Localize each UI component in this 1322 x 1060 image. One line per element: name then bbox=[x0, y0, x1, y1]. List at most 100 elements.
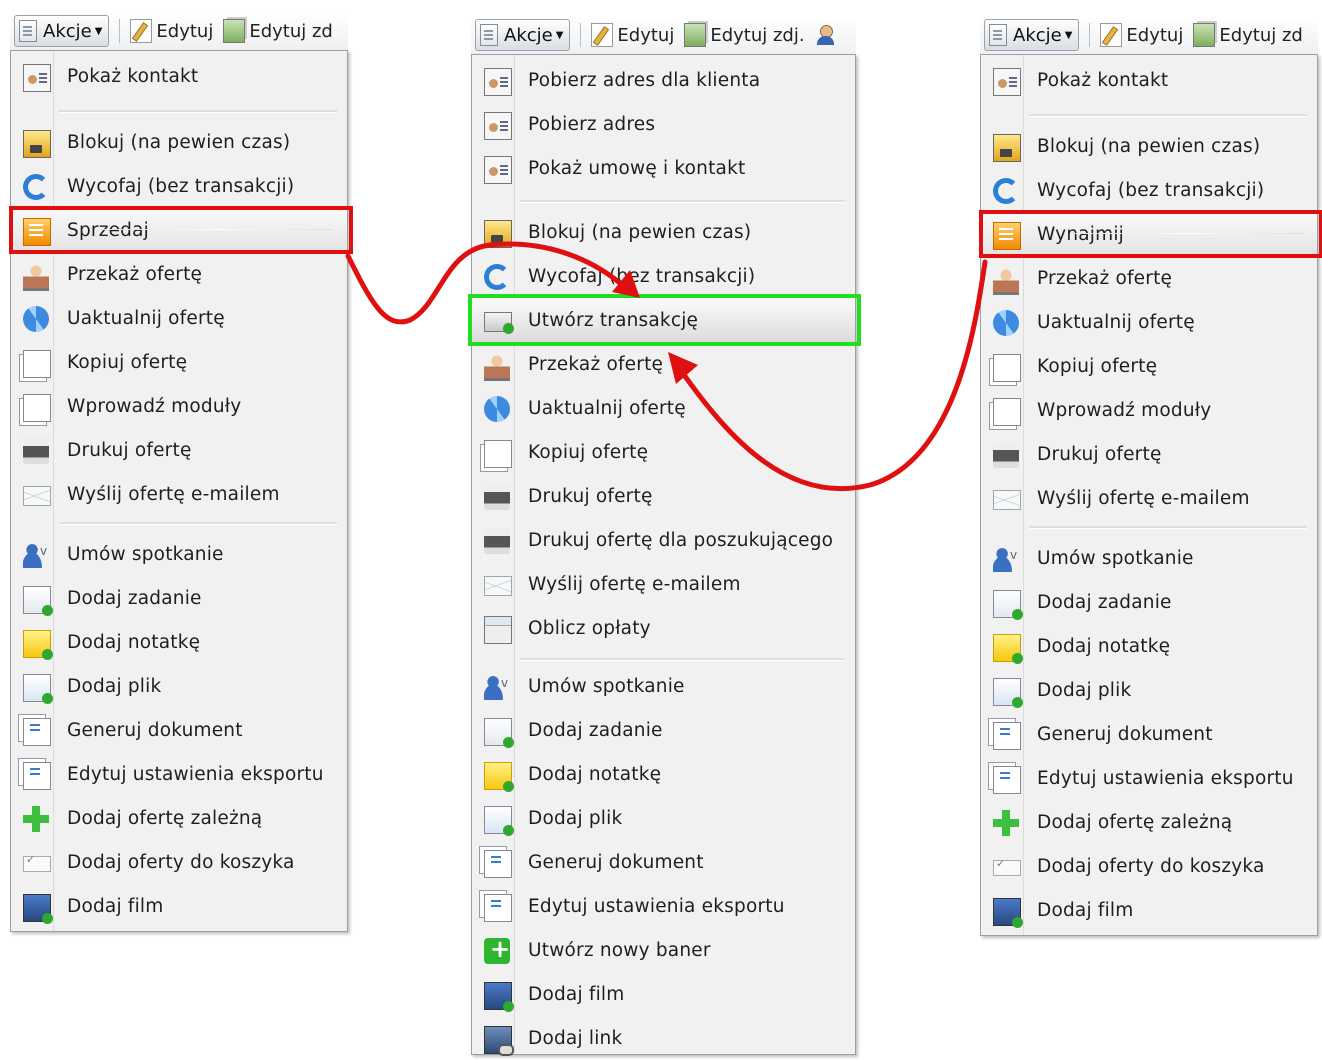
menu-item-drukuj-oferte[interactable]: Drukuj ofertę bbox=[981, 432, 1317, 476]
menu-item-dodaj-film[interactable]: Dodaj film bbox=[981, 888, 1317, 932]
menu-item-dodaj-notatke[interactable]: Dodaj notatkę bbox=[472, 752, 855, 796]
menu-item-pokaz-kontakt[interactable]: Pokaż kontakt bbox=[11, 54, 347, 98]
akcje-dropdown-button[interactable]: Akcje ▼ bbox=[475, 19, 571, 51]
menu-separator bbox=[59, 522, 337, 525]
menu-item-pokaz-umowe[interactable]: Pokaż umowę i kontakt bbox=[472, 146, 855, 190]
menu-item-wynajmij[interactable]: Wynajmij bbox=[979, 210, 1322, 258]
menu-item-wprowadz-moduly[interactable]: Wprowadź moduły bbox=[11, 384, 347, 428]
meeting-user-icon bbox=[993, 546, 1019, 572]
menu-item-generuj-dokument[interactable]: Generuj dokument bbox=[11, 708, 347, 752]
edytuj-button[interactable]: Edytuj bbox=[591, 23, 674, 47]
user-icon bbox=[815, 24, 837, 46]
menu-item-umow-spotkanie[interactable]: Umów spotkanie bbox=[981, 536, 1317, 580]
refresh-icon bbox=[993, 310, 1019, 336]
menu-item-utworz-baner[interactable]: Utwórz nowy baner bbox=[472, 928, 855, 972]
menu-item-wprowadz-moduly[interactable]: Wprowadź moduły bbox=[981, 388, 1317, 432]
menu-item-pokaz-kontakt[interactable]: Pokaż kontakt bbox=[981, 58, 1317, 102]
menu-item-kopiuj-oferte[interactable]: Kopiuj ofertę bbox=[981, 344, 1317, 388]
menu-item-wycofaj[interactable]: Wycofaj (bez transakcji) bbox=[472, 254, 855, 298]
menu-item-wyslij-email[interactable]: Wyślij ofertę e-mailem bbox=[11, 472, 347, 516]
menu-item-oferta-zalezna[interactable]: Dodaj ofertę zależną bbox=[11, 796, 347, 840]
menu-item-dodaj-notatke[interactable]: Dodaj notatkę bbox=[11, 620, 347, 664]
menu-item-utworz-transakcje[interactable]: Utwórz transakcję bbox=[468, 294, 861, 346]
menu-item-drukuj-oferte[interactable]: Drukuj ofertę bbox=[11, 428, 347, 472]
copy-icon bbox=[484, 440, 512, 468]
edytuj-button[interactable]: Edytuj bbox=[130, 19, 213, 43]
menu-item-uaktualnij-oferte[interactable]: Uaktualnij ofertę bbox=[472, 386, 855, 430]
add-note-icon bbox=[23, 630, 53, 660]
user-button[interactable] bbox=[815, 24, 841, 46]
edytuj-zdjecia-button[interactable]: Edytuj zd bbox=[1193, 23, 1303, 47]
menu-item-przekaz-oferte[interactable]: Przekaż ofertę bbox=[981, 256, 1317, 300]
menu-item-pobierz-adres-klienta[interactable]: Pobierz adres dla klienta bbox=[472, 58, 855, 102]
edytuj-button[interactable]: Edytuj bbox=[1100, 23, 1183, 47]
chevron-down-icon: ▼ bbox=[1064, 29, 1073, 41]
menu-item-ustawienia-eksportu[interactable]: Edytuj ustawienia eksportu bbox=[472, 884, 855, 928]
menu-item-oferta-zalezna[interactable]: Dodaj ofertę zależną bbox=[981, 800, 1317, 844]
menu-item-do-koszyka[interactable]: Dodaj oferty do koszyka bbox=[11, 840, 347, 884]
menu-item-dodaj-notatke[interactable]: Dodaj notatkę bbox=[981, 624, 1317, 668]
undo-arrow-icon bbox=[23, 174, 49, 200]
menu-item-wycofaj[interactable]: Wycofaj (bez transakcji) bbox=[981, 168, 1317, 212]
menu-item-blokuj[interactable]: Blokuj (na pewien czas) bbox=[981, 124, 1317, 168]
menu-item-dodaj-zadanie[interactable]: Dodaj zadanie bbox=[981, 580, 1317, 624]
menu-item-uaktualnij-oferte[interactable]: Uaktualnij ofertę bbox=[11, 296, 347, 340]
pencil-icon bbox=[130, 19, 153, 43]
generate-document-icon bbox=[993, 722, 1021, 750]
menu-item-wyslij-email[interactable]: Wyślij ofertę e-mailem bbox=[472, 562, 855, 606]
menu-item-kopiuj-oferte[interactable]: Kopiuj ofertę bbox=[11, 340, 347, 384]
menu-item-dodaj-link[interactable]: Dodaj link bbox=[472, 1016, 855, 1060]
menu-separator bbox=[520, 658, 845, 661]
menu-item-przekaz-oferte[interactable]: Przekaż ofertę bbox=[11, 252, 347, 296]
add-note-icon bbox=[484, 762, 514, 792]
hover-line bbox=[101, 229, 333, 230]
edytuj-zdjecia-button[interactable]: Edytuj zd bbox=[223, 19, 333, 43]
middle-panel: Akcje ▼ Edytuj Edytuj zdj. Pobierz adres… bbox=[468, 16, 861, 1056]
add-file-icon bbox=[993, 678, 1023, 708]
menu-item-do-koszyka[interactable]: Dodaj oferty do koszyka bbox=[981, 844, 1317, 888]
menu-item-dodaj-plik[interactable]: Dodaj plik bbox=[472, 796, 855, 840]
edytuj-label: Edytuj bbox=[156, 20, 214, 42]
envelope-icon bbox=[993, 490, 1021, 510]
menu-item-pobierz-adres[interactable]: Pobierz adres bbox=[472, 102, 855, 146]
edytuj-zdjecia-button[interactable]: Edytuj zdj. bbox=[684, 23, 805, 47]
add-film-icon bbox=[484, 982, 514, 1012]
menu-item-dodaj-plik[interactable]: Dodaj plik bbox=[981, 668, 1317, 712]
menu-item-drukuj-dla-poszukujacego[interactable]: Drukuj ofertę dla poszukującego bbox=[472, 518, 855, 562]
menu-item-wycofaj[interactable]: Wycofaj (bez transakcji) bbox=[11, 164, 347, 208]
menu-item-wyslij-email[interactable]: Wyślij ofertę e-mailem bbox=[981, 476, 1317, 520]
menu-item-generuj-dokument[interactable]: Generuj dokument bbox=[472, 840, 855, 884]
menu-item-drukuj-oferte[interactable]: Drukuj ofertę bbox=[472, 474, 855, 518]
menu-item-blokuj[interactable]: Blokuj (na pewien czas) bbox=[11, 120, 347, 164]
add-file-icon bbox=[484, 806, 514, 836]
menu-item-kopiuj-oferte[interactable]: Kopiuj ofertę bbox=[472, 430, 855, 474]
menu-item-ustawienia-eksportu[interactable]: Edytuj ustawienia eksportu bbox=[981, 756, 1317, 800]
undo-arrow-icon bbox=[993, 178, 1019, 204]
menu-item-ustawienia-eksportu[interactable]: Edytuj ustawienia eksportu bbox=[11, 752, 347, 796]
contact-card-icon bbox=[484, 68, 512, 96]
menu-item-dodaj-zadanie[interactable]: Dodaj zadanie bbox=[472, 708, 855, 752]
menu-item-umow-spotkanie[interactable]: Umów spotkanie bbox=[11, 532, 347, 576]
menu-item-umow-spotkanie[interactable]: Umów spotkanie bbox=[472, 664, 855, 708]
menu-item-dodaj-zadanie[interactable]: Dodaj zadanie bbox=[11, 576, 347, 620]
edytuj-zd-label: Edytuj zd bbox=[1219, 24, 1303, 46]
menu-item-generuj-dokument[interactable]: Generuj dokument bbox=[981, 712, 1317, 756]
edytuj-zdj-label: Edytuj zdj. bbox=[710, 24, 805, 46]
menu-item-dodaj-film[interactable]: Dodaj film bbox=[472, 972, 855, 1016]
generate-document-icon bbox=[23, 718, 51, 746]
menu-item-blokuj[interactable]: Blokuj (na pewien czas) bbox=[472, 210, 855, 254]
menu-item-dodaj-plik[interactable]: Dodaj plik bbox=[11, 664, 347, 708]
menu-item-oblicz-oplaty[interactable]: Oblicz opłaty bbox=[472, 606, 855, 650]
lock-calendar-icon bbox=[993, 134, 1021, 162]
akcje-dropdown-button[interactable]: Akcje ▼ bbox=[984, 19, 1080, 51]
menu-item-przekaz-oferte[interactable]: Przekaż ofertę bbox=[472, 342, 855, 386]
contact-card-icon bbox=[484, 112, 512, 140]
menu-item-dodaj-film[interactable]: Dodaj film bbox=[11, 884, 347, 928]
menu-item-sprzedaj[interactable]: Sprzedaj bbox=[9, 206, 353, 254]
pencil-icon bbox=[591, 23, 614, 47]
photo-icon bbox=[684, 23, 707, 47]
akcje-dropdown-button[interactable]: Akcje ▼ bbox=[14, 15, 110, 47]
export-settings-icon bbox=[23, 762, 51, 790]
printer-icon bbox=[23, 438, 49, 464]
menu-item-uaktualnij-oferte[interactable]: Uaktualnij ofertę bbox=[981, 300, 1317, 344]
